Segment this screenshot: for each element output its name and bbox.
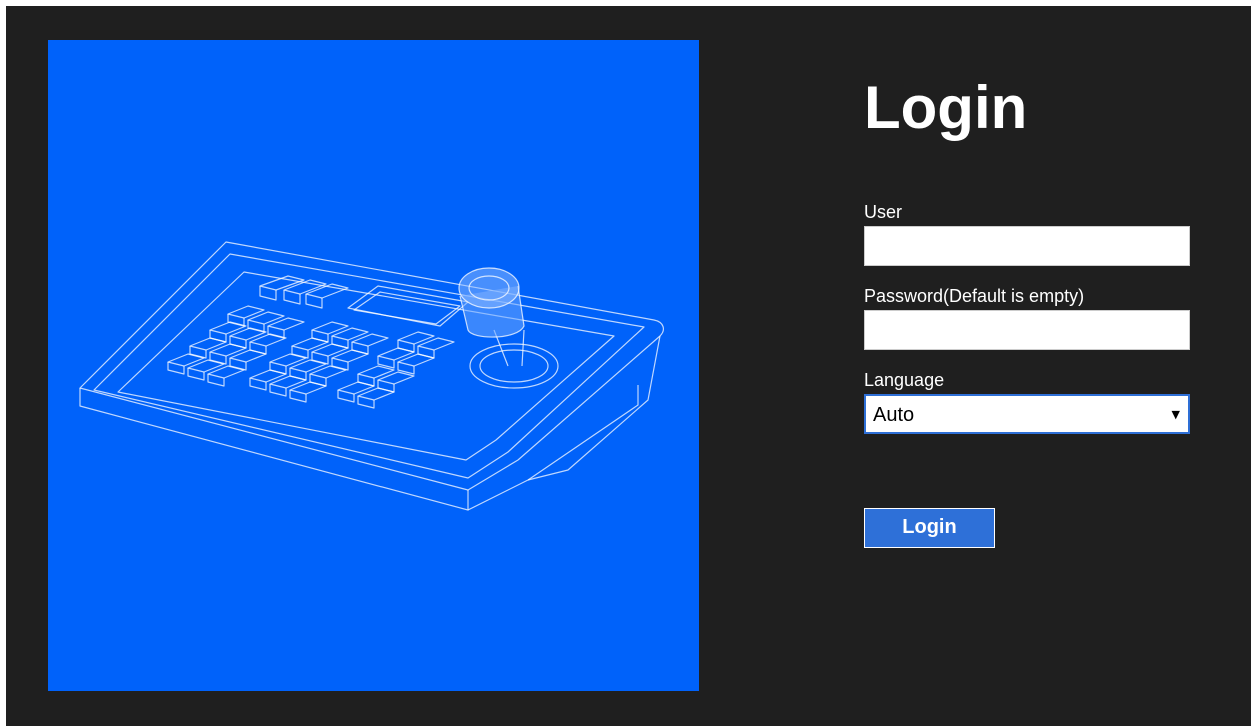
ptz-keyboard-controller-icon bbox=[79, 241, 664, 511]
login-form: Login User Password(Default is empty) La… bbox=[864, 70, 1190, 548]
page-title: Login bbox=[864, 74, 1028, 141]
user-input[interactable] bbox=[864, 226, 1190, 266]
language-select-value: Auto bbox=[873, 404, 915, 426]
password-label: Password(Default is empty) bbox=[864, 286, 1085, 306]
password-input[interactable] bbox=[864, 310, 1190, 350]
login-button[interactable]: Login bbox=[864, 508, 995, 548]
login-screen: Login User Password(Default is empty) La… bbox=[6, 6, 1251, 726]
illustration-panel bbox=[48, 40, 699, 691]
chevron-down-icon: ▼ bbox=[1171, 408, 1180, 421]
user-label: User bbox=[864, 202, 903, 222]
language-label: Language bbox=[864, 370, 945, 390]
language-select[interactable]: Auto ▼ bbox=[864, 394, 1190, 434]
